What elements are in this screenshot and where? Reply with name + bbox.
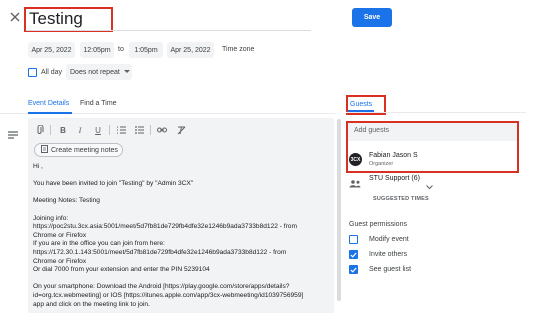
- checkmark-icon: [350, 252, 357, 258]
- notes-icon: [41, 145, 48, 155]
- permission-label: Invite others: [369, 251, 408, 258]
- repeat-select[interactable]: Does not repeat: [66, 64, 132, 80]
- chevron-down-icon: [123, 69, 130, 76]
- suggested-times-button[interactable]: SUGGESTED TIMES: [373, 196, 429, 202]
- guest-permissions-title: Guest permissions: [349, 221, 407, 228]
- avatar: 3CX: [349, 153, 362, 166]
- toolbar-separator: [109, 125, 110, 135]
- bold-icon[interactable]: B: [58, 125, 68, 135]
- tab-find-a-time[interactable]: Find a Time: [80, 100, 117, 107]
- end-time-field[interactable]: 1:05pm: [129, 42, 163, 58]
- italic-icon[interactable]: I: [75, 125, 85, 135]
- description-text: Hi , You have been invited to join "Test…: [33, 163, 304, 308]
- to-label: to: [118, 46, 124, 53]
- guests-divider: [346, 112, 526, 113]
- start-date-field[interactable]: Apr 25, 2022: [28, 42, 75, 58]
- guests-tab-indicator: [348, 110, 374, 112]
- chevron-down-icon[interactable]: [426, 177, 433, 195]
- permission-label: See guest list: [369, 266, 412, 273]
- modify-event-checkbox[interactable]: [349, 235, 358, 244]
- create-meeting-notes-button[interactable]: Create meeting notes: [34, 143, 123, 157]
- attachment-icon[interactable]: [35, 125, 45, 135]
- organizer-name: Fabian Jason S: [369, 152, 418, 159]
- tab-event-details[interactable]: Event Details: [28, 100, 69, 107]
- event-title-input[interactable]: Testing: [29, 9, 83, 29]
- active-tab-indicator: [28, 112, 72, 114]
- toolbar-separator: [150, 125, 151, 135]
- timezone-link[interactable]: Time zone: [222, 46, 254, 53]
- start-time-field[interactable]: 12:05pm: [80, 42, 114, 58]
- permission-label: Modify event: [369, 236, 409, 243]
- numbered-list-icon[interactable]: [116, 125, 126, 135]
- close-icon[interactable]: [8, 10, 22, 24]
- all-day-checkbox[interactable]: [28, 68, 37, 77]
- link-icon[interactable]: [157, 125, 167, 135]
- organizer-role: Organizer: [369, 161, 394, 167]
- editor-scrollbar[interactable]: [337, 119, 341, 301]
- group-icon: [349, 175, 361, 193]
- invite-others-checkbox[interactable]: [349, 250, 358, 259]
- meeting-notes-label: Create meeting notes: [51, 146, 118, 154]
- guest-group[interactable]: STU Support (6): [369, 175, 420, 182]
- description-icon: [8, 126, 18, 144]
- title-underline: [26, 30, 311, 31]
- repeat-value: Does not repeat: [70, 68, 120, 76]
- toolbar-separator: [50, 125, 51, 135]
- tab-guests[interactable]: Guests: [350, 101, 372, 108]
- save-button[interactable]: Save: [352, 8, 392, 27]
- see-guest-list-checkbox[interactable]: [349, 265, 358, 274]
- underline-icon[interactable]: U: [93, 125, 103, 135]
- bulleted-list-icon[interactable]: [134, 125, 144, 135]
- clear-formatting-icon[interactable]: [176, 125, 186, 135]
- checkmark-icon: [350, 267, 357, 273]
- end-date-field[interactable]: Apr 25, 2022: [167, 42, 214, 58]
- all-day-label: All day: [41, 69, 63, 76]
